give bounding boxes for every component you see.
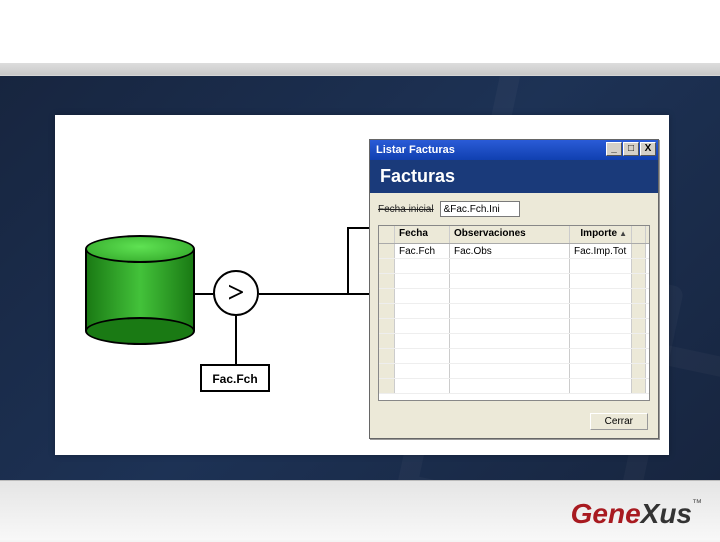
window-header: Facturas (370, 160, 658, 193)
sort-indicator-icon: ▲ (619, 229, 627, 238)
brand-tm: ™ (692, 498, 702, 509)
fecha-inicial-input[interactable] (440, 201, 520, 217)
brand-logo: GeneXus™ (571, 498, 702, 530)
operator-node: > (213, 270, 259, 316)
grid-col-importe[interactable]: Importe▲ (570, 226, 632, 243)
window-titlebar[interactable]: Listar Facturas _ □ X (370, 140, 658, 160)
connector-line (347, 227, 349, 295)
grid-header-row: Fecha Observaciones Importe▲ (379, 226, 649, 244)
grid-row-selector-header (379, 226, 395, 243)
grid-row[interactable] (379, 349, 649, 364)
window-maximize-button[interactable]: □ (623, 142, 639, 156)
grid-row-selector[interactable] (379, 244, 395, 258)
grid-scrollbar-header (632, 226, 646, 243)
grid-row[interactable] (379, 259, 649, 274)
data-grid[interactable]: Fecha Observaciones Importe▲ Fac.Fch Fac… (378, 225, 650, 401)
window-title-text: Listar Facturas (376, 144, 455, 156)
window-minimize-button[interactable]: _ (606, 142, 622, 156)
field-label-fecha-inicial: Fecha inicial (378, 204, 434, 215)
connector-line (235, 316, 237, 364)
cell-fecha: Fac.Fch (395, 244, 450, 258)
diagram-canvas: > Fac.Fch Listar Facturas _ □ X Facturas… (55, 115, 669, 455)
cell-importe: Fac.Imp.Tot (570, 244, 632, 258)
cerrar-button[interactable]: Cerrar (590, 413, 648, 430)
slide-footer: GeneXus™ (0, 480, 720, 540)
grid-row[interactable] (379, 319, 649, 334)
window-body: Fecha inicial Fecha Observaciones Import… (370, 193, 658, 409)
grid-row[interactable] (379, 379, 649, 394)
grid-row[interactable] (379, 364, 649, 379)
filter-row: Fecha inicial (378, 201, 650, 217)
grid-row[interactable] (379, 334, 649, 349)
slide-header (0, 0, 720, 64)
connector-line (195, 293, 213, 295)
connector-line (347, 227, 369, 229)
cell-observaciones: Fac.Obs (450, 244, 570, 258)
brand-part2: Xus (641, 498, 692, 529)
grid-col-fecha[interactable]: Fecha (395, 226, 450, 243)
grid-col-observaciones[interactable]: Observaciones (450, 226, 570, 243)
database-cylinder-icon (85, 235, 195, 345)
grid-row[interactable]: Fac.Fch Fac.Obs Fac.Imp.Tot (379, 244, 649, 259)
brand-part1: Gene (571, 498, 641, 529)
grid-row[interactable] (379, 274, 649, 289)
connector-line (259, 293, 369, 295)
grid-row[interactable] (379, 289, 649, 304)
grid-scrollbar-cell (632, 244, 646, 258)
field-box-facfch: Fac.Fch (200, 364, 270, 392)
window-close-button[interactable]: X (640, 142, 656, 156)
grid-row[interactable] (379, 304, 649, 319)
app-window: Listar Facturas _ □ X Facturas Fecha ini… (369, 139, 659, 439)
